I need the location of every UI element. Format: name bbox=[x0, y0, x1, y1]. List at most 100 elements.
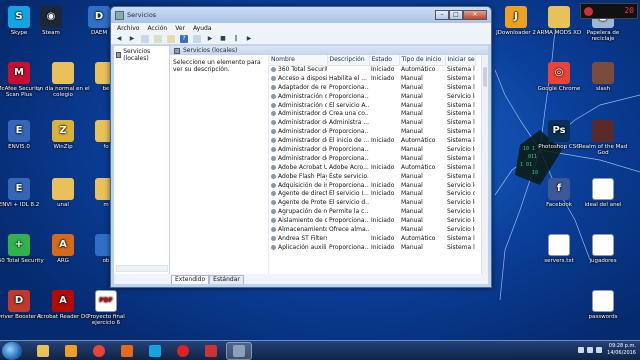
menu-accion[interactable]: Acción bbox=[147, 25, 167, 32]
arg-icon: A bbox=[52, 234, 74, 256]
table-row[interactable]: Almacenamiento ...Ofrece alma... Manual Se… bbox=[269, 225, 475, 234]
tab-estandar[interactable]: Estándar bbox=[209, 275, 244, 284]
table-row[interactable]: Adobe Acrobat U...Adobe Acro...Iniciado A… bbox=[269, 163, 475, 172]
table-row[interactable]: 360 Total Security Iniciado Automático Sist… bbox=[269, 65, 475, 74]
export-icon[interactable] bbox=[167, 34, 175, 43]
taskbar-button[interactable] bbox=[226, 341, 252, 360]
tree-horizontal-scrollbar[interactable] bbox=[116, 265, 168, 272]
forward-icon[interactable]: ▶ bbox=[128, 35, 136, 43]
menu-ayuda[interactable]: Ayuda bbox=[193, 25, 212, 32]
taskbar-button[interactable] bbox=[30, 342, 56, 360]
table-cell: Manual bbox=[401, 172, 423, 180]
properties-icon[interactable] bbox=[193, 34, 201, 43]
column-header[interactable]: Descripción bbox=[327, 55, 370, 66]
realm-icon bbox=[592, 120, 614, 142]
table-cell: Servicio loc bbox=[447, 199, 475, 207]
table-cell: Este servicio... bbox=[329, 172, 369, 180]
column-header[interactable]: Nombre bbox=[269, 55, 328, 66]
table-cell: Agente de directiv... bbox=[269, 189, 327, 198]
table-row[interactable]: Administración de...Proporciona... Manual… bbox=[269, 92, 475, 101]
restart-service-icon[interactable]: ▶ bbox=[245, 35, 253, 43]
table-row[interactable]: Administrador de...Proporciona... Manual S… bbox=[269, 154, 475, 163]
menu-archivo[interactable]: Archivo bbox=[117, 25, 139, 32]
service-name: Adobe Flash Playe... bbox=[278, 172, 327, 180]
table-row[interactable]: Administrador de...Crea una co... Manual S… bbox=[269, 109, 475, 118]
desktop-shortcut[interactable]: jugadores bbox=[576, 234, 630, 264]
stop-service-icon[interactable]: ■ bbox=[219, 35, 227, 43]
table-row[interactable]: Administración de...El servicio A... Manu… bbox=[269, 101, 475, 110]
table-row[interactable]: Aplicación auxiliar...Proporciona...Inic… bbox=[269, 243, 475, 252]
desktop-shortcut[interactable]: PDF Proyecto final ejercicio 6 bbox=[79, 290, 133, 326]
column-header[interactable]: Iniciar sesió bbox=[445, 55, 476, 66]
taskbar-button[interactable] bbox=[86, 342, 112, 360]
explorer-icon bbox=[37, 344, 49, 357]
desktop-shortcut[interactable]: slash bbox=[576, 62, 630, 92]
menu-ver[interactable]: Ver bbox=[175, 25, 185, 32]
table-row[interactable]: Andrea ST Filters S... Iniciado Automático… bbox=[269, 234, 475, 243]
table-row[interactable]: Administrador de...El inicio de ...Inici… bbox=[269, 136, 475, 145]
pdf-icon: PDF bbox=[95, 290, 117, 312]
start-button[interactable] bbox=[2, 341, 22, 360]
table-row[interactable]: Acceso a dispositi...Habilita el ... Inic… bbox=[269, 74, 475, 83]
vertical-scroll-thumb[interactable] bbox=[483, 67, 487, 87]
taskbar-button[interactable] bbox=[114, 342, 140, 360]
table-row[interactable]: Administrador de...Proporciona... Manual S… bbox=[269, 127, 475, 136]
desktop-shortcut[interactable]: ◉ Steam bbox=[24, 6, 78, 36]
start-service-icon[interactable]: ▶ bbox=[206, 35, 214, 43]
table-cell bbox=[369, 154, 399, 163]
service-name: Acceso a dispositi... bbox=[278, 74, 327, 82]
tray-date: 14/06/2016 bbox=[607, 350, 636, 356]
desktop-shortcut[interactable]: Realm of the Mad God bbox=[576, 120, 630, 156]
tree-item-services-local[interactable]: Servicios (locales) bbox=[116, 48, 167, 62]
help-icon[interactable]: ? bbox=[180, 34, 188, 43]
gear-icon bbox=[271, 164, 276, 170]
gear-icon bbox=[271, 75, 276, 81]
volume-icon[interactable] bbox=[596, 347, 602, 353]
table-cell: Sistema loc bbox=[447, 234, 475, 242]
network-icon[interactable] bbox=[587, 347, 593, 353]
services-pane: Servicios (locales) Seleccione un elemen… bbox=[116, 46, 488, 284]
gear-icon bbox=[271, 129, 276, 135]
desktop-shortcut[interactable]: passwords bbox=[576, 290, 630, 320]
tray-clock[interactable]: 09:28 p.m. 14/06/2016 bbox=[607, 343, 636, 357]
pause-service-icon[interactable]: ‖ bbox=[232, 35, 240, 43]
close-button[interactable]: ✕ bbox=[463, 10, 487, 20]
table-row[interactable]: Agrupación de re...Permite la c... Manual… bbox=[269, 207, 475, 216]
table-cell: Administrador de... bbox=[269, 136, 327, 145]
table-cell: Sistema loc bbox=[447, 128, 475, 136]
table-row[interactable]: Administrador de...Administra ... Manual S… bbox=[269, 118, 475, 127]
table-row[interactable]: Adobe Flash Playe...Este servicio... Manu… bbox=[269, 172, 475, 181]
refresh-icon[interactable] bbox=[154, 34, 162, 43]
tray-arrow-icon[interactable] bbox=[578, 347, 584, 353]
taskbar-button[interactable] bbox=[170, 342, 196, 360]
table-cell: Automático bbox=[401, 137, 436, 145]
table-row[interactable]: Adaptador de rend...Proporciona... Manual… bbox=[269, 83, 475, 92]
clock-widget-value: 20 bbox=[624, 6, 634, 15]
skype-icon bbox=[149, 344, 161, 357]
table-row[interactable]: Agente de Protecc...El servicio d... Manu… bbox=[269, 198, 475, 207]
column-header[interactable]: Tipo de inicio bbox=[399, 55, 446, 66]
desktop-shortcut[interactable]: ideal del anel bbox=[576, 178, 630, 208]
console-tree-icon[interactable] bbox=[141, 34, 149, 43]
column-header[interactable]: Estado bbox=[369, 55, 400, 66]
table-cell bbox=[369, 92, 399, 101]
taskbar-button[interactable] bbox=[58, 342, 84, 360]
table-row[interactable]: Aislamiento de cla...Proporciona...Inici… bbox=[269, 216, 475, 225]
taskbar-button[interactable] bbox=[198, 342, 224, 360]
table-row[interactable]: Adquisición de im...Proporciona...Inicia… bbox=[269, 181, 475, 190]
maximize-button[interactable]: □ bbox=[449, 10, 463, 20]
window-titlebar[interactable]: Servicios – □ ✕ bbox=[111, 7, 491, 23]
tree-item-label: Servicios (locales) bbox=[123, 48, 151, 62]
taskbar: 09:28 p.m. 14/06/2016 bbox=[0, 340, 640, 360]
service-name: Almacenamiento ... bbox=[278, 225, 327, 233]
back-icon[interactable]: ◀ bbox=[115, 35, 123, 43]
table-row[interactable]: Agente de directiv...El servicio I...Ini… bbox=[269, 189, 475, 198]
minimize-button[interactable]: – bbox=[435, 10, 449, 20]
vertical-scrollbar[interactable] bbox=[481, 55, 488, 276]
gear-icon bbox=[271, 146, 276, 152]
taskbar-button[interactable] bbox=[142, 342, 168, 360]
tab-extendido[interactable]: Extendido bbox=[171, 275, 210, 284]
photoshop-icon: Ps bbox=[548, 120, 570, 142]
table-row[interactable]: Administrador de...Proporciona... Manual S… bbox=[269, 145, 475, 154]
record-icon bbox=[177, 344, 189, 357]
